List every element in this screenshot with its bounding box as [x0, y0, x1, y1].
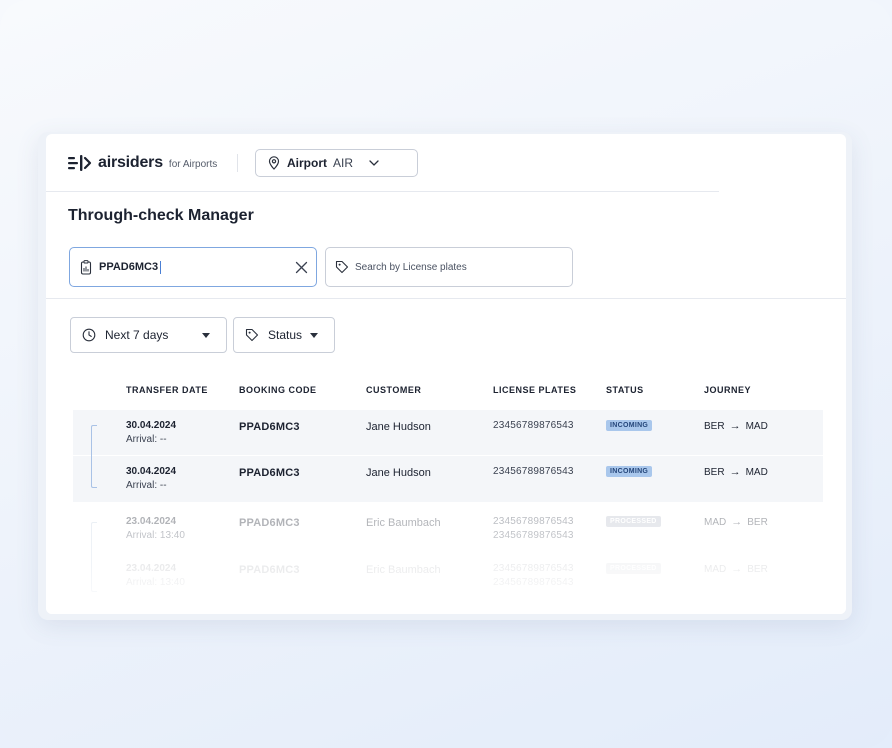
- location-pin-icon: [268, 156, 280, 170]
- journey-from: MAD: [704, 563, 727, 575]
- chevron-down-icon: [369, 160, 379, 166]
- col-header-customer[interactable]: CUSTOMER: [366, 385, 421, 395]
- journey-to: BER: [747, 563, 768, 575]
- date-range-filter[interactable]: Next 7 days: [70, 317, 227, 353]
- booking-search-input[interactable]: PPAD6MC3: [69, 247, 317, 287]
- row-license-plate: 23456789876543: [493, 420, 574, 431]
- journey-from: MAD: [704, 516, 727, 528]
- arrow-right-icon: →: [729, 420, 741, 432]
- airport-select[interactable]: Airport AIR: [255, 149, 418, 177]
- arrow-right-icon: →: [729, 466, 741, 478]
- group-bracket: [91, 522, 97, 592]
- arrow-right-icon: →: [731, 516, 743, 528]
- row-journey: MAD → BER: [704, 563, 768, 575]
- close-icon[interactable]: [295, 261, 308, 274]
- tag-icon: [245, 328, 259, 342]
- row-transfer-date: 30.04.2024: [126, 466, 177, 477]
- caret-down-icon: [202, 333, 210, 338]
- group-bracket: [91, 425, 97, 488]
- airport-label: Airport: [287, 156, 327, 170]
- col-header-transfer-date[interactable]: TRANSFER DATE: [126, 385, 208, 395]
- app-card: airsiders for Airports Airport AIR Throu…: [46, 134, 846, 614]
- top-bar: airsiders for Airports Airport AIR: [46, 134, 846, 192]
- row-transfer-date: 30.04.2024: [126, 420, 177, 431]
- status-badge: INCOMING: [606, 466, 653, 477]
- row-booking-code[interactable]: PPAD6MC3: [239, 517, 300, 529]
- row-arrival: Arrival: --: [126, 480, 167, 491]
- date-range-label: Next 7 days: [105, 328, 169, 342]
- header-divider: [237, 154, 238, 172]
- row-booking-code[interactable]: PPAD6MC3: [239, 467, 300, 479]
- clock-history-icon: [82, 328, 96, 342]
- text-caret: [160, 260, 162, 274]
- row-transfer-date: 23.04.2024: [126, 563, 177, 574]
- journey-from: BER: [704, 420, 725, 432]
- row-license-plate: 23456789876543: [493, 563, 574, 574]
- journey-to: MAD: [745, 420, 768, 432]
- booking-search-value: PPAD6MC3: [99, 261, 159, 273]
- caret-down-icon: [310, 333, 318, 338]
- row-license-plate: 23456789876543: [493, 577, 574, 588]
- airport-code: AIR: [333, 156, 354, 170]
- arrow-right-icon: →: [731, 563, 743, 575]
- journey-from: BER: [704, 466, 725, 478]
- status-badge: PROCESSED: [606, 563, 661, 574]
- journey-to: BER: [747, 516, 768, 528]
- col-header-license-plates[interactable]: LICENSE PLATES: [493, 385, 576, 395]
- row-arrival: Arrival: 13:40: [126, 577, 185, 588]
- row-transfer-date: 23.04.2024: [126, 516, 177, 527]
- brand-subtitle: for Airports: [168, 159, 218, 170]
- license-plate-input[interactable]: [355, 261, 555, 273]
- row-journey: MAD → BER: [704, 516, 768, 528]
- row-customer: Eric Baumbach: [366, 564, 441, 576]
- row-booking-code[interactable]: PPAD6MC3: [239, 421, 300, 433]
- row-customer: Eric Baumbach: [366, 517, 441, 529]
- row-license-plate: 23456789876543: [493, 466, 574, 477]
- row-license-plate: 23456789876543: [493, 530, 574, 541]
- col-header-booking-code[interactable]: BOOKING CODE: [239, 385, 317, 395]
- header-separator: [46, 191, 719, 192]
- status-badge: PROCESSED: [606, 516, 661, 527]
- table-row[interactable]: [73, 456, 823, 502]
- status-filter[interactable]: Status: [233, 317, 335, 353]
- row-license-plate: 23456789876543: [493, 516, 574, 527]
- col-header-journey[interactable]: JOURNEY: [704, 385, 751, 395]
- status-filter-label: Status: [268, 328, 303, 342]
- page-title: Through-check Manager: [68, 207, 254, 224]
- section-divider: [46, 298, 846, 299]
- row-booking-code[interactable]: PPAD6MC3: [239, 564, 300, 576]
- row-customer: Jane Hudson: [366, 421, 431, 433]
- row-customer: Jane Hudson: [366, 467, 431, 479]
- row-arrival: Arrival: --: [126, 434, 167, 445]
- license-plate-search[interactable]: [325, 247, 573, 287]
- brand-name: airsiders: [98, 154, 163, 171]
- row-journey: BER → MAD: [704, 420, 768, 432]
- status-badge: INCOMING: [606, 420, 653, 431]
- row-arrival: Arrival: 13:40: [126, 530, 185, 541]
- airsiders-logo-icon: [68, 155, 92, 171]
- journey-to: MAD: [745, 466, 768, 478]
- tag-icon: [335, 260, 349, 274]
- col-header-status[interactable]: STATUS: [606, 385, 644, 395]
- brand-logo[interactable]: airsiders for Airports: [68, 154, 217, 172]
- row-journey: BER → MAD: [704, 466, 768, 478]
- booking-ticket-icon: [80, 259, 92, 275]
- table-row[interactable]: [73, 410, 823, 455]
